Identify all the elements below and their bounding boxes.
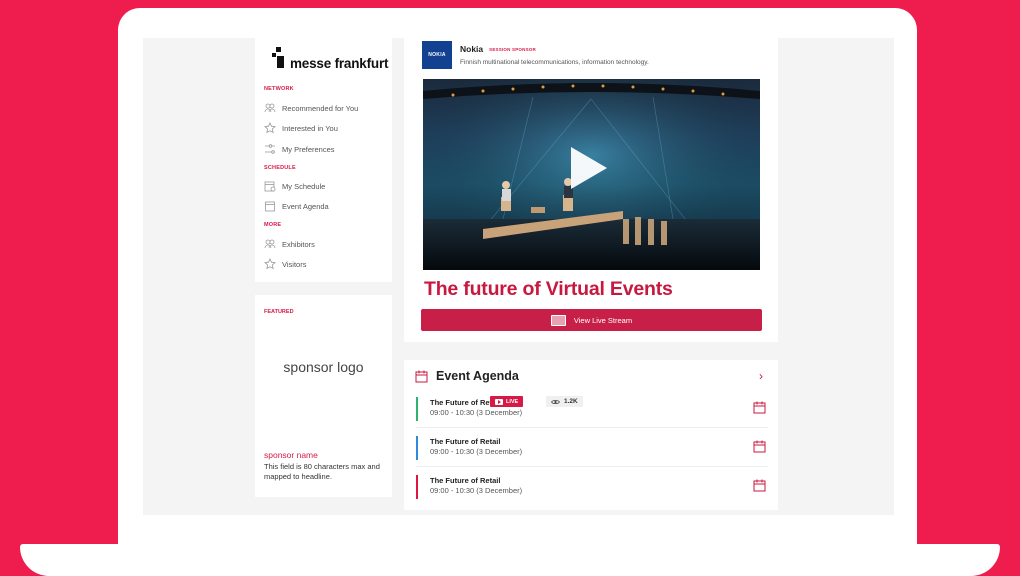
sidebar-nav: messe frankfurt NETWORK Recommended for … bbox=[255, 38, 392, 282]
agenda-item-time: 09:00 - 10:30 (3 December) bbox=[430, 486, 523, 495]
nav-item-label: My Preferences bbox=[282, 144, 335, 154]
messe-frankfurt-logo[interactable]: messe frankfurt bbox=[272, 47, 388, 71]
app-screen: messe frankfurt NETWORK Recommended for … bbox=[143, 38, 894, 515]
live-stream-icon bbox=[550, 314, 566, 326]
nav-item-label: Exhibitors bbox=[282, 239, 315, 249]
view-count: 1.2K bbox=[546, 396, 583, 407]
sponsor-name[interactable]: sponsor name bbox=[264, 450, 318, 460]
live-badge: LIVE bbox=[490, 396, 524, 407]
laptop-base bbox=[20, 544, 1000, 576]
calendar-icon bbox=[415, 370, 428, 382]
view-live-stream-label: View Live Stream bbox=[573, 315, 633, 325]
nav-section-schedule: SCHEDULE bbox=[264, 165, 296, 171]
agenda-item-color-bar bbox=[416, 397, 418, 421]
event-agenda-card: Event Agenda › The Future of Retail LIVE… bbox=[404, 360, 778, 510]
view-count-value: 1.2K bbox=[564, 398, 578, 405]
agenda-item[interactable]: The Future of Retail 09:00 - 10:30 (3 De… bbox=[416, 436, 768, 460]
agenda-item-time: 09:00 - 10:30 (3 December) bbox=[430, 408, 523, 417]
nav-item-event-agenda[interactable]: Event Agenda bbox=[264, 199, 329, 213]
featured-card: FEATURED sponsor logo sponsor name This … bbox=[255, 295, 392, 497]
star-icon bbox=[264, 258, 276, 270]
nav-item-recommended[interactable]: Recommended for You bbox=[264, 101, 358, 115]
session-card: NOKIA Nokia SESSION SPONSOR Finnish mult… bbox=[404, 38, 778, 342]
preferences-icon bbox=[264, 143, 276, 155]
agenda-item[interactable]: The Future of Retail 09:00 - 10:30 (3 De… bbox=[416, 475, 768, 499]
agenda-item-color-bar bbox=[416, 436, 418, 460]
nav-item-exhibitors[interactable]: Exhibitors bbox=[264, 237, 315, 251]
sponsor-logo-placeholder[interactable]: sponsor logo bbox=[255, 359, 392, 375]
schedule-icon bbox=[264, 180, 276, 192]
nokia-logo[interactable]: NOKIA bbox=[422, 41, 452, 69]
view-live-stream-button[interactable]: View Live Stream bbox=[421, 309, 762, 331]
session-video[interactable] bbox=[423, 79, 760, 270]
add-to-calendar-icon[interactable] bbox=[753, 440, 766, 453]
nav-item-label: Event Agenda bbox=[282, 201, 329, 211]
session-title: The future of Virtual Events bbox=[424, 278, 673, 300]
nav-item-label: Recommended for You bbox=[282, 103, 359, 113]
divider bbox=[416, 466, 768, 467]
eye-icon bbox=[551, 399, 560, 404]
star-icon bbox=[264, 122, 276, 134]
nav-section-more: MORE bbox=[264, 222, 282, 228]
agenda-item-time: 09:00 - 10:30 (3 December) bbox=[430, 447, 523, 456]
video-icon bbox=[495, 398, 503, 405]
agenda-item-color-bar bbox=[416, 475, 418, 499]
agenda-title: Event Agenda bbox=[436, 369, 519, 383]
divider bbox=[416, 427, 768, 428]
agenda-item-title: The Future of Retail bbox=[430, 476, 501, 485]
logo-text: messe frankfurt bbox=[290, 56, 389, 71]
people-icon bbox=[264, 102, 276, 114]
add-to-calendar-icon[interactable] bbox=[753, 401, 766, 414]
nav-item-visitors[interactable]: Visitors bbox=[264, 257, 306, 271]
nav-item-label: Interested in You bbox=[282, 123, 338, 133]
session-sponsor: NOKIA Nokia SESSION SPONSOR Finnish mult… bbox=[422, 41, 649, 69]
play-icon[interactable] bbox=[571, 147, 607, 189]
featured-label: FEATURED bbox=[264, 309, 294, 315]
live-badge-label: LIVE bbox=[506, 398, 519, 405]
nav-item-label: My Schedule bbox=[282, 181, 326, 191]
agenda-item-title: The Future of Retail bbox=[430, 437, 501, 446]
sponsor-company-description: Finnish multinational telecommunications… bbox=[460, 59, 649, 66]
logo-mark-icon bbox=[272, 47, 286, 71]
nav-item-preferences[interactable]: My Preferences bbox=[264, 142, 335, 156]
agenda-item[interactable]: The Future of Retail LIVE 1.2K 09:00 - 1… bbox=[416, 396, 768, 421]
nav-item-interested[interactable]: Interested in You bbox=[264, 121, 338, 135]
nav-item-my-schedule[interactable]: My Schedule bbox=[264, 179, 325, 193]
nav-section-network: NETWORK bbox=[264, 86, 294, 92]
chevron-right-icon[interactable]: › bbox=[759, 369, 763, 383]
nav-item-label: Visitors bbox=[282, 259, 307, 269]
add-to-calendar-icon[interactable] bbox=[753, 479, 766, 492]
calendar-icon bbox=[264, 200, 276, 212]
sponsor-description: This field is 80 characters max and mapp… bbox=[264, 462, 380, 481]
people-icon bbox=[264, 238, 276, 250]
sponsor-company-name[interactable]: Nokia bbox=[460, 44, 483, 54]
session-sponsor-badge: SESSION SPONSOR bbox=[489, 46, 536, 52]
